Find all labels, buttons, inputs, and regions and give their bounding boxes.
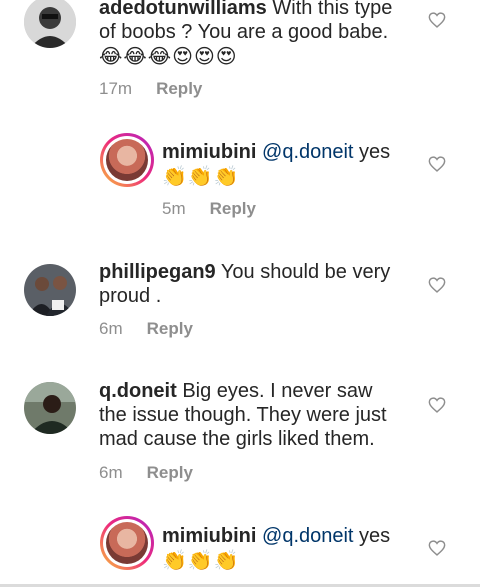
- avatar[interactable]: [24, 0, 76, 48]
- comment-meta: 5m Reply: [162, 199, 256, 219]
- reply-button[interactable]: Reply: [156, 79, 202, 98]
- heart-icon[interactable]: [428, 12, 446, 28]
- emoji-row: 👏👏👏: [162, 164, 240, 188]
- heart-icon[interactable]: [428, 277, 446, 293]
- username[interactable]: mimiubini: [162, 525, 256, 547]
- comment-text: mimiubini @q.doneit yes: [162, 525, 391, 547]
- mention-link[interactable]: @q.doneit: [262, 141, 353, 163]
- avatar[interactable]: [24, 264, 76, 316]
- timestamp: 5m: [162, 199, 186, 218]
- heart-icon[interactable]: [428, 397, 446, 413]
- comment-meta: 17m Reply: [99, 79, 202, 99]
- comment-text: phillipegan9 You should be very: [99, 261, 391, 283]
- timestamp: 6m: [99, 319, 123, 338]
- username[interactable]: mimiubini: [162, 141, 256, 163]
- username[interactable]: phillipegan9: [99, 261, 216, 283]
- emoji-row: 👏👏👏: [162, 548, 240, 572]
- reply-button[interactable]: Reply: [147, 319, 193, 338]
- comment-text-line: mad cause the girls liked them.: [99, 428, 375, 450]
- comment-text: adedotunwilliams With this type: [99, 0, 392, 20]
- username[interactable]: q.doneit: [99, 380, 177, 402]
- timestamp: 6m: [99, 463, 123, 482]
- heart-icon[interactable]: [428, 540, 446, 556]
- avatar[interactable]: [100, 516, 154, 570]
- comment-text-line: proud .: [99, 285, 162, 307]
- comment-text: q.doneit Big eyes. I never saw: [99, 380, 373, 402]
- emoji-row: 😂😂😂😍😍😍: [99, 44, 238, 68]
- comment-text-line: the issue though. They were just: [99, 404, 387, 426]
- heart-icon[interactable]: [428, 156, 446, 172]
- mention-link[interactable]: @q.doneit: [262, 525, 353, 547]
- comment-meta: 6m Reply: [99, 463, 193, 483]
- reply-button[interactable]: Reply: [147, 463, 193, 482]
- comment-text-line: of boobs ? You are a good babe.: [99, 21, 389, 43]
- avatar[interactable]: [100, 133, 154, 187]
- comment-text: mimiubini @q.doneit yes: [162, 141, 391, 163]
- username[interactable]: adedotunwilliams: [99, 0, 267, 19]
- comment-meta: 6m Reply: [99, 319, 193, 339]
- timestamp: 17m: [99, 79, 133, 98]
- reply-button[interactable]: Reply: [210, 199, 256, 218]
- avatar[interactable]: [24, 382, 76, 434]
